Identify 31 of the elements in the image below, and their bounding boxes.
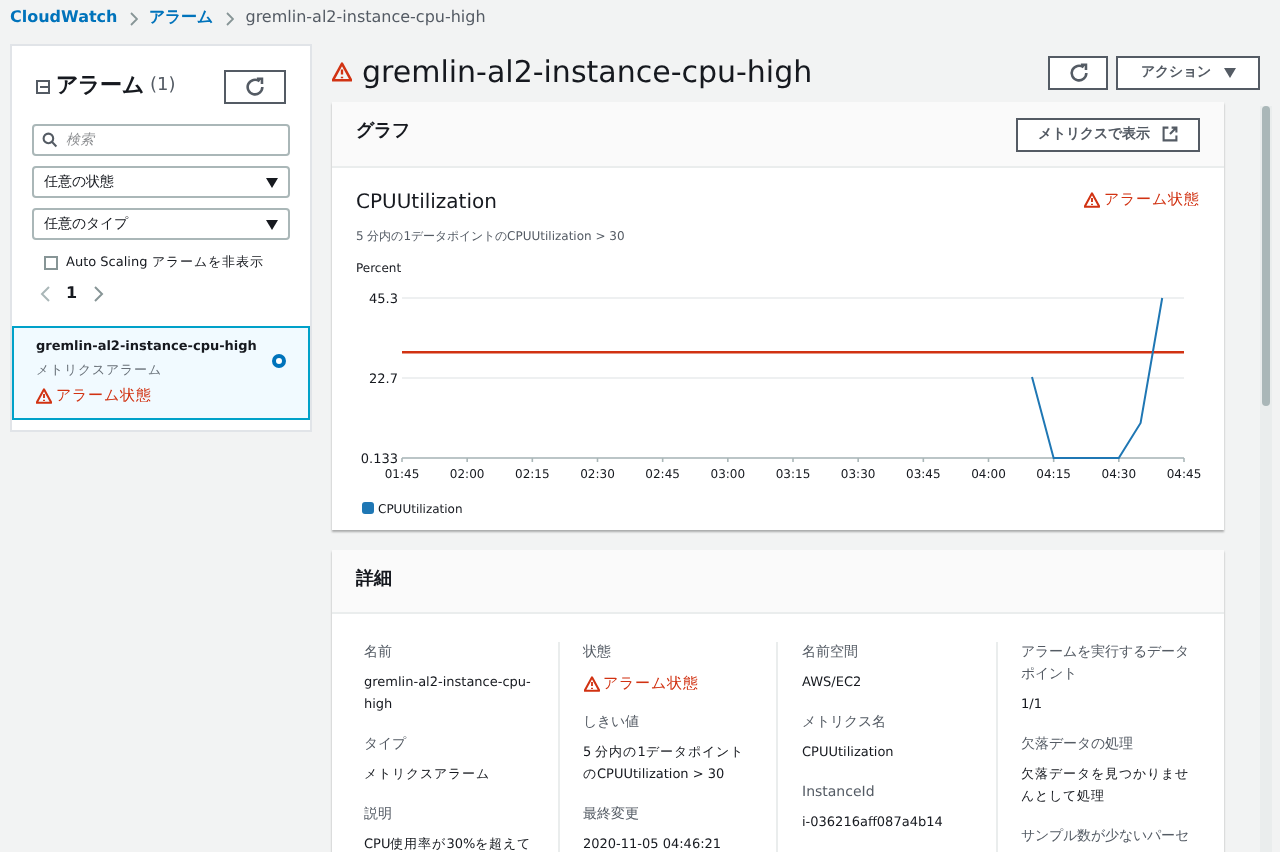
breadcrumb-current: gremlin-al2-instance-cpu-high xyxy=(245,6,486,30)
section-heading: グラフ xyxy=(356,120,410,147)
alarm-count: (1) xyxy=(150,73,176,100)
refresh-button[interactable] xyxy=(224,70,286,104)
warning-icon xyxy=(583,675,599,692)
chevron-right-icon xyxy=(129,11,138,25)
breadcrumb-link[interactable]: CloudWatch xyxy=(10,6,118,30)
page-title: gremlin-al2-instance-cpu-high xyxy=(362,51,813,94)
legend-swatch xyxy=(362,502,374,514)
refresh-button[interactable] xyxy=(1048,55,1108,89)
caret-icon xyxy=(266,177,278,187)
chart-title: CPUUtilization xyxy=(356,190,499,218)
caret-icon xyxy=(1223,67,1235,77)
caret-icon xyxy=(266,219,278,229)
search-icon xyxy=(42,132,58,148)
refresh-icon xyxy=(1067,61,1089,83)
warning-icon xyxy=(36,387,52,404)
scrollbar-thumb[interactable] xyxy=(1262,106,1270,406)
next-page-button[interactable] xyxy=(93,285,104,302)
section-heading: 詳細 xyxy=(356,567,392,594)
warning-icon xyxy=(332,62,352,82)
refresh-icon xyxy=(244,76,266,98)
external-link-icon xyxy=(1162,126,1178,142)
page-number[interactable]: 1 xyxy=(66,281,78,306)
checkbox[interactable] xyxy=(44,256,58,271)
warning-icon xyxy=(1084,191,1100,208)
breadcrumb-link[interactable]: アラーム xyxy=(149,6,214,30)
chevron-right-icon xyxy=(225,11,234,25)
radio-button[interactable] xyxy=(272,353,286,368)
collapse-icon[interactable] xyxy=(36,80,50,94)
sidebar-title: アラーム xyxy=(56,70,144,103)
